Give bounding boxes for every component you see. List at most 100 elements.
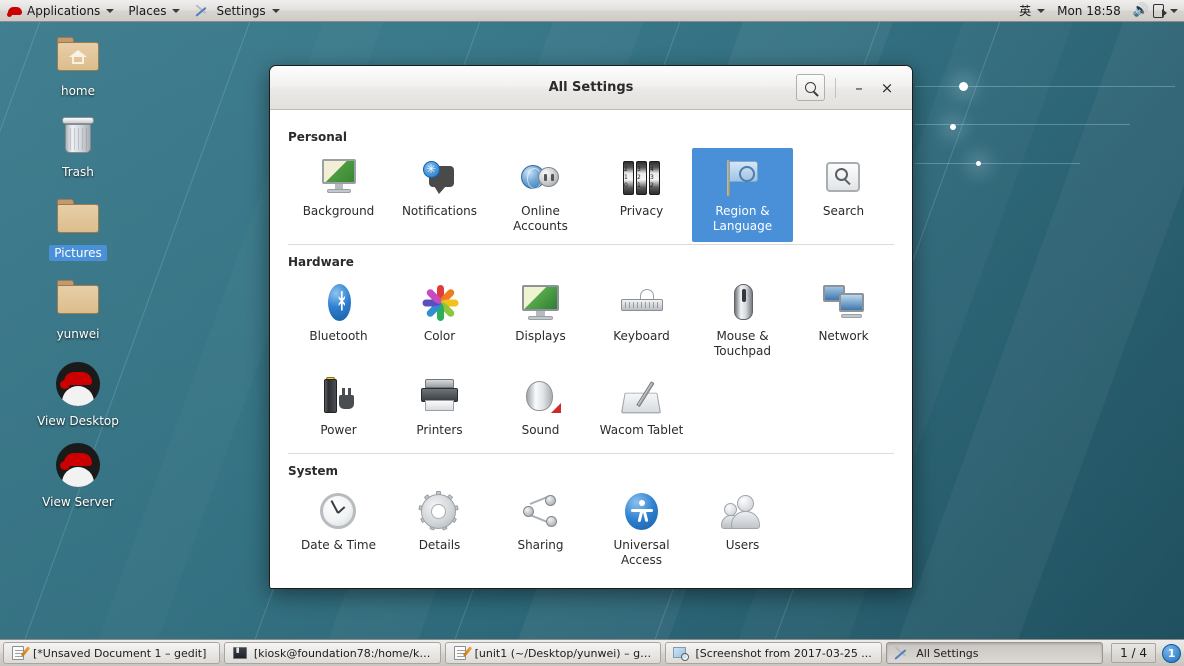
settings-tile-background[interactable]: Background: [288, 148, 389, 242]
settings-tile-sound[interactable]: Sound: [490, 367, 591, 451]
keyboard-icon: [620, 283, 664, 323]
settings-group-personal: Personal Background ✳ Notifications Onli…: [288, 120, 894, 242]
users-icon: [720, 492, 765, 532]
settings-tile-wacom-tablet[interactable]: Wacom Tablet: [591, 367, 692, 451]
taskbar-item-all-settings[interactable]: All Settings: [886, 642, 1104, 664]
input-method-indicator[interactable]: 英: [1013, 0, 1051, 22]
window-title-bar[interactable]: All Settings – ×: [270, 66, 912, 110]
chevron-down-icon: [1037, 8, 1046, 13]
background-icon: [317, 158, 361, 198]
desktop-icon-label: home: [60, 84, 96, 98]
redhat-logo-icon: [7, 4, 23, 18]
menu-applications[interactable]: Applications: [0, 0, 121, 22]
settings-tile-keyboard[interactable]: Keyboard: [591, 273, 692, 367]
settings-tile-mouse-touchpad[interactable]: Mouse & Touchpad: [692, 273, 793, 367]
settings-tile-privacy[interactable]: 2 1 0 3 2 1 4 3 2 Privacy: [591, 148, 692, 242]
home-folder-icon: [54, 30, 102, 78]
settings-tile-date-time[interactable]: Date & Time: [288, 482, 389, 576]
taskbar-item[interactable]: [kiosk@foundation78:/home/kio...: [223, 642, 441, 664]
desktop-icon-label: View Server: [42, 495, 114, 509]
workspace-switcher: 1 / 4 1: [1107, 643, 1182, 663]
tile-label: Online Accounts: [513, 204, 568, 233]
desktop-icon-pictures[interactable]: Pictures: [22, 192, 134, 261]
privacy-icon: 2 1 0 3 2 1 4 3 2: [620, 158, 664, 198]
notifications-icon: ✳: [418, 158, 462, 198]
close-button[interactable]: ×: [874, 75, 900, 101]
panel-status-area: 英 Mon 18:58 🔊: [1013, 0, 1184, 22]
tile-label: Wacom Tablet: [599, 423, 684, 437]
trash-icon: [54, 111, 102, 159]
settings-panel-list: Personal Background ✳ Notifications Onli…: [270, 110, 912, 588]
wallpaper-hline: [915, 163, 1080, 164]
settings-group-hardware: Hardware ᚼ Bluetooth Color Displays Keyb…: [288, 244, 894, 451]
redhat-disc-icon: [54, 360, 102, 408]
settings-tile-search[interactable]: Search: [793, 148, 894, 242]
tile-label: Privacy: [619, 204, 664, 218]
tile-label: Displays: [515, 329, 566, 343]
privacy-digit-column: 3 2 1: [636, 161, 647, 195]
tile-label: Universal Access: [613, 538, 670, 567]
settings-tile-sharing[interactable]: Sharing: [490, 482, 591, 576]
chevron-down-icon: [172, 8, 181, 13]
wallpaper-dot: [976, 161, 981, 166]
chevron-down-icon: [1170, 8, 1178, 13]
workspace-indicator[interactable]: 1 / 4: [1111, 643, 1157, 663]
tile-label: Sharing: [517, 538, 564, 552]
settings-tile-universal-access[interactable]: Universal Access: [591, 482, 692, 576]
settings-tile-displays[interactable]: Displays: [490, 273, 591, 367]
search-settings-icon: [822, 158, 866, 198]
settings-tile-notifications[interactable]: ✳ Notifications: [389, 148, 490, 242]
settings-tile-bluetooth[interactable]: ᚼ Bluetooth: [288, 273, 389, 367]
desktop-icon-home[interactable]: home: [22, 30, 134, 99]
settings-tile-printers[interactable]: Printers: [389, 367, 490, 451]
desktop-icon-list: home Trash Pictures yunwei View Desktop …: [22, 30, 134, 522]
menu-settings[interactable]: Settings: [187, 0, 286, 22]
desktop-icon-trash[interactable]: Trash: [22, 111, 134, 180]
settings-tile-online-accounts[interactable]: Online Accounts: [490, 148, 591, 242]
system-status-menu[interactable]: 🔊: [1127, 0, 1184, 22]
clock-label: Mon 18:58: [1057, 3, 1121, 18]
search-icon: [805, 82, 816, 93]
window-list-taskbar: [*Unsaved Document 1 – gedit] [kiosk@fou…: [0, 639, 1184, 666]
power-icon: [1153, 3, 1167, 18]
gedit-icon: [11, 645, 31, 661]
clock-icon: [317, 492, 361, 532]
tile-label: Sound: [521, 423, 560, 437]
workspace-badge[interactable]: 1: [1162, 643, 1182, 663]
menu-places[interactable]: Places: [121, 0, 187, 22]
folder-icon: [54, 192, 102, 240]
settings-tile-color[interactable]: Color: [389, 273, 490, 367]
taskbar-item[interactable]: [Screenshot from 2017-03-25 ...: [665, 642, 883, 664]
tile-label: Background: [302, 204, 375, 218]
clock[interactable]: Mon 18:58: [1051, 0, 1127, 22]
region-language-icon: [721, 158, 765, 198]
tile-label: Mouse & Touchpad: [713, 329, 772, 358]
privacy-digit-column: 2 1 0: [623, 161, 634, 195]
gear-icon: [417, 491, 462, 532]
sound-icon: [519, 377, 563, 417]
desktop-icon-view-server[interactable]: View Server: [22, 441, 134, 510]
tile-label: Power: [320, 423, 357, 437]
settings-tile-details[interactable]: Details: [389, 482, 490, 576]
desktop-icon-label: View Desktop: [37, 414, 119, 428]
menu-places-label: Places: [128, 3, 167, 18]
online-accounts-icon: [519, 158, 563, 198]
settings-tile-users[interactable]: Users: [692, 482, 793, 576]
menu-applications-label: Applications: [27, 3, 101, 18]
desktop-icon-yunwei[interactable]: yunwei: [22, 273, 134, 342]
desktop-icon-view-desktop[interactable]: View Desktop: [22, 360, 134, 429]
menu-settings-label: Settings: [216, 3, 266, 18]
settings-tile-power[interactable]: Power: [288, 367, 389, 451]
folder-icon: [54, 273, 102, 321]
tile-label: Date & Time: [300, 538, 377, 552]
search-button[interactable]: [796, 74, 825, 101]
displays-icon: [519, 283, 563, 323]
taskbar-item[interactable]: [*Unsaved Document 1 – gedit]: [3, 642, 220, 664]
taskbar-item[interactable]: [unit1 (~/Desktop/yunwei) – ged...: [444, 642, 662, 664]
tile-label: Region & Language: [712, 204, 773, 233]
settings-tile-region-language[interactable]: Region & Language: [692, 148, 793, 242]
minimize-button[interactable]: –: [846, 75, 872, 101]
settings-tile-network[interactable]: Network: [793, 273, 894, 367]
printer-icon: [418, 377, 462, 417]
power-battery-icon: [317, 377, 361, 417]
